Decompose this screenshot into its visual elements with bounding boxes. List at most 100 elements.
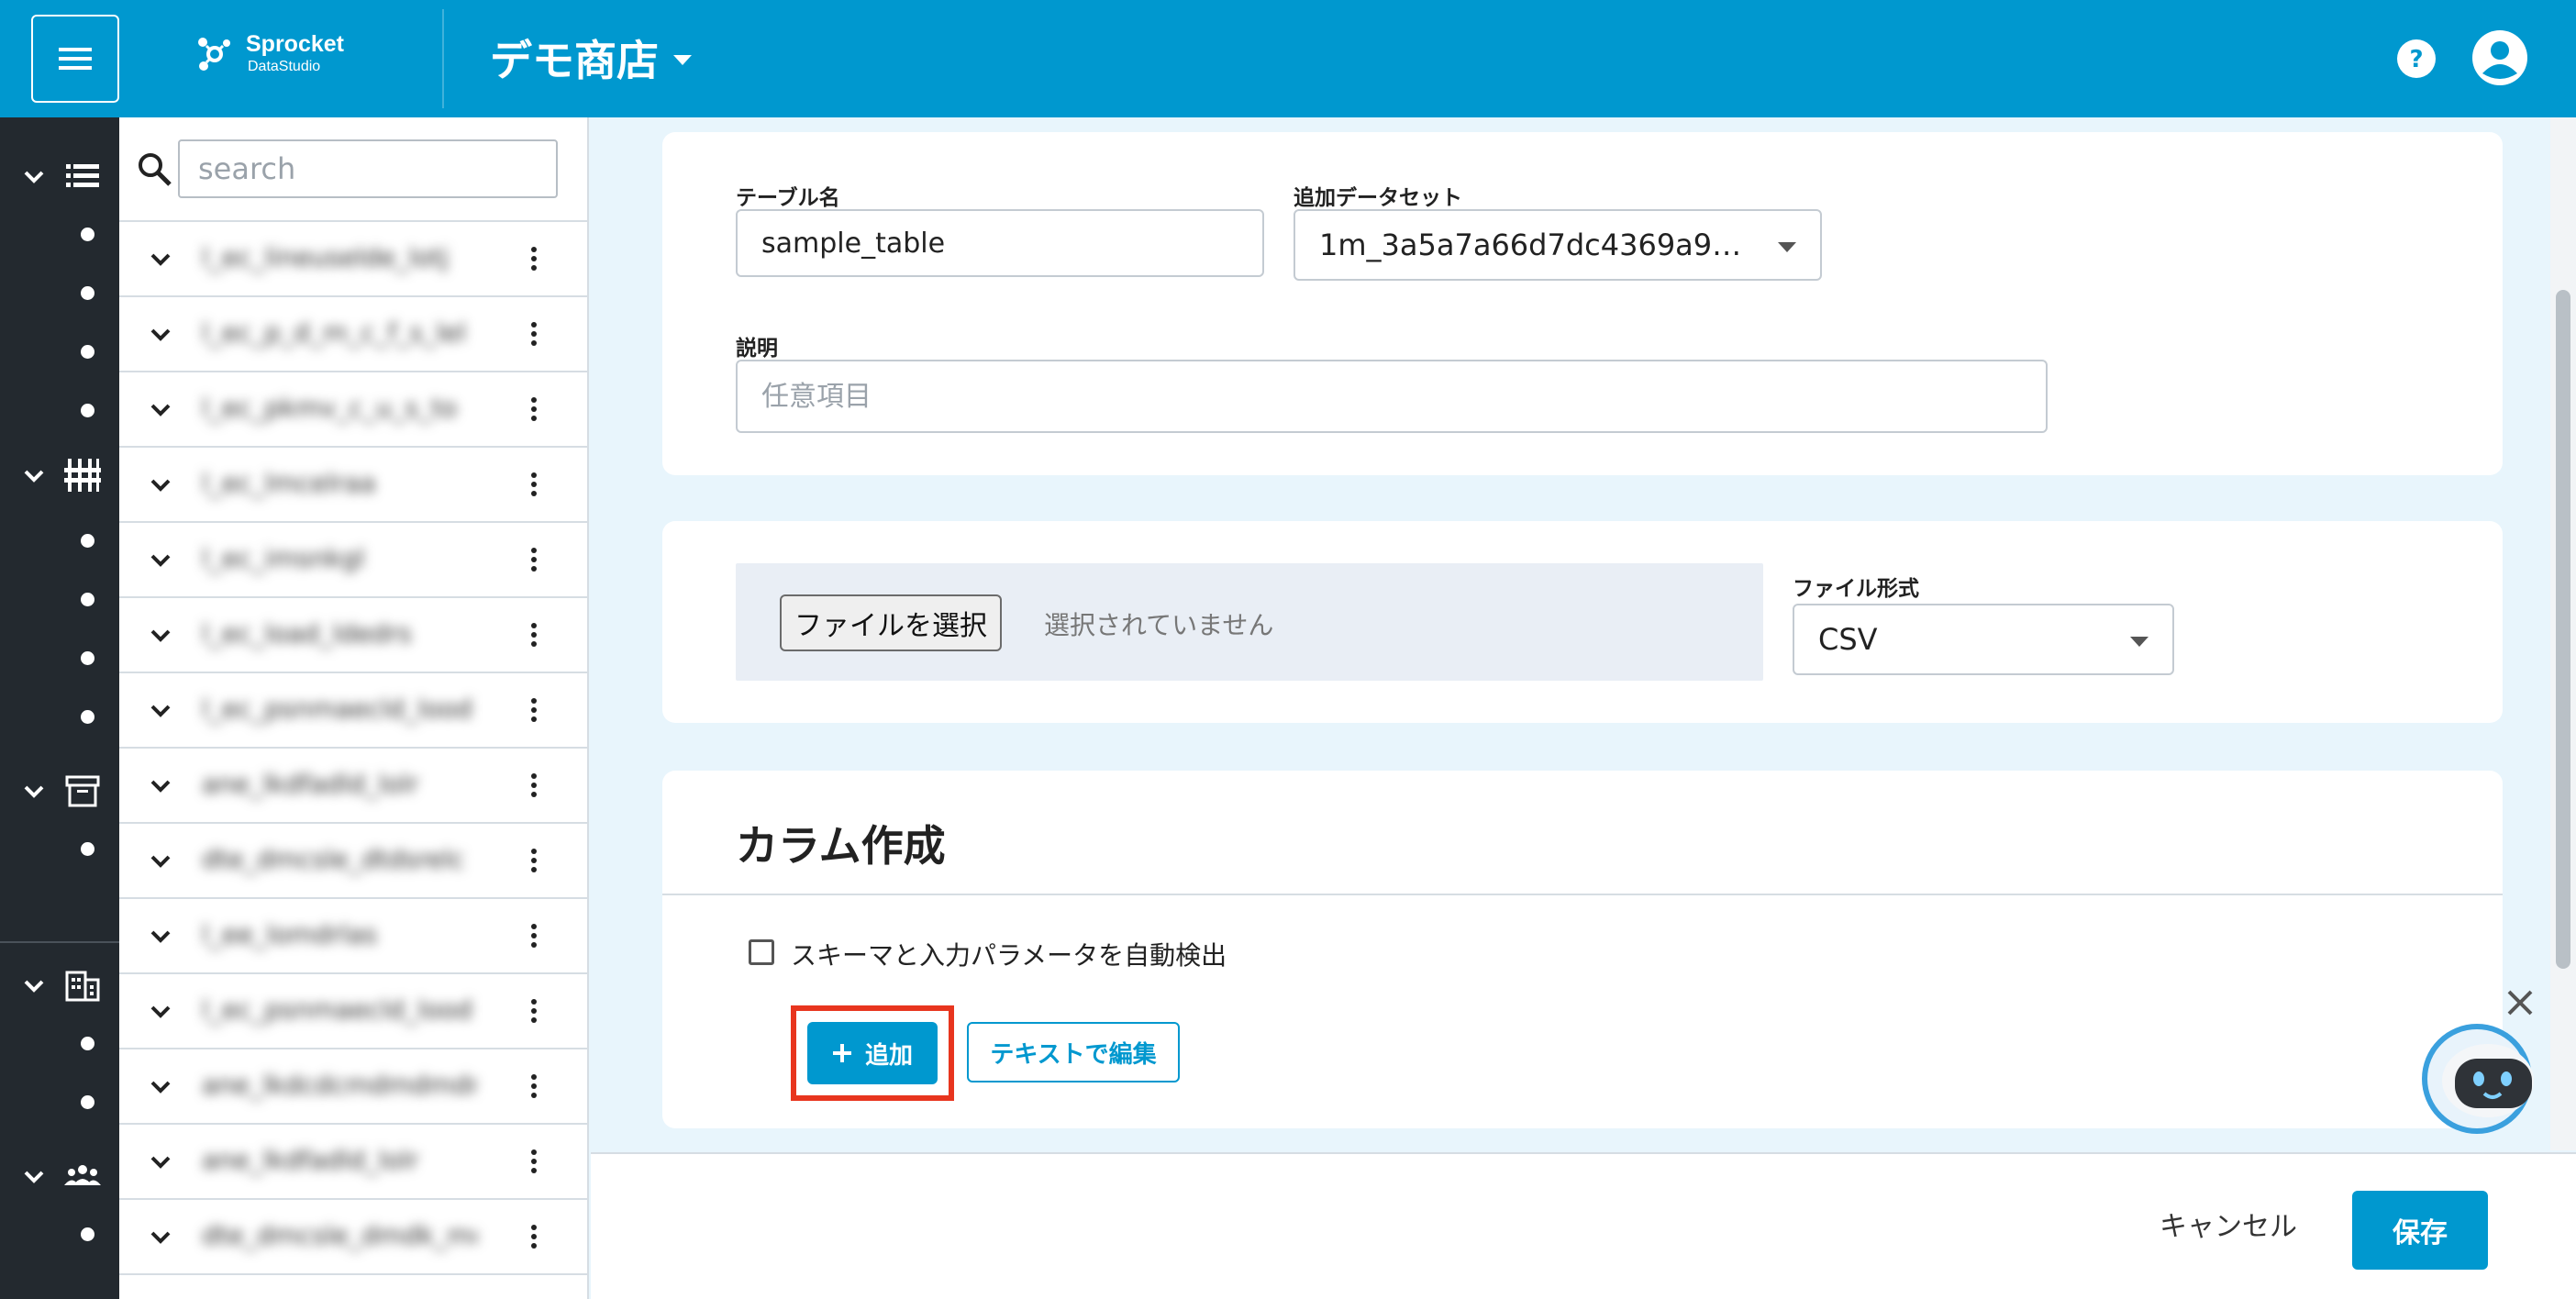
rail-sub-item[interactable] — [81, 842, 94, 856]
chevron-down-icon[interactable] — [147, 246, 174, 273]
table-list-item[interactable]: l_ec_lineuselde_lotj — [119, 222, 589, 297]
rail-sub-item[interactable] — [81, 593, 94, 606]
rail-sub-item[interactable] — [81, 1227, 94, 1241]
svg-text:?: ? — [2409, 46, 2423, 73]
rail-sub-item[interactable] — [81, 651, 94, 665]
autodetect-checkbox[interactable] — [749, 939, 774, 965]
table-list-item[interactable]: dte_dmcsle_dmdk_md — [119, 1200, 589, 1275]
close-icon[interactable] — [2504, 987, 2536, 1018]
more-vertical-icon[interactable] — [517, 694, 550, 727]
logo-subtitle: DataStudio — [248, 59, 321, 74]
table-list-item[interactable]: l_ee_lomdrlas — [119, 899, 589, 974]
chevron-down-icon[interactable] — [147, 1073, 174, 1101]
chevron-down-icon[interactable] — [147, 396, 174, 424]
chevron-down-icon[interactable] — [20, 163, 48, 191]
chevron-down-icon[interactable] — [147, 923, 174, 950]
logo-name: Sprocket — [246, 31, 344, 57]
main-scrollbar-thumb[interactable] — [2556, 290, 2570, 969]
more-vertical-icon[interactable] — [517, 543, 550, 576]
add-column-button[interactable]: 追加 — [807, 1022, 938, 1084]
more-vertical-icon[interactable] — [517, 317, 550, 350]
chevron-down-icon[interactable] — [147, 697, 174, 725]
store-selector[interactable]: デモ商店 — [490, 28, 692, 88]
table-name: l_ec_p_d_m_c_f_s_lel — [202, 317, 466, 348]
chevron-down-icon[interactable] — [147, 622, 174, 650]
save-button[interactable]: 保存 — [2352, 1191, 2488, 1270]
description-label: 説明 — [736, 337, 778, 361]
table-list-item[interactable]: l_ec_psnmaecld_lood — [119, 673, 589, 749]
chevron-down-icon[interactable] — [147, 848, 174, 875]
add-column-label: 追加 — [864, 1041, 913, 1070]
building-icon[interactable] — [64, 967, 101, 1004]
edit-as-text-button[interactable]: テキストで編集 — [967, 1022, 1180, 1082]
column-section-title: カラム作成 — [736, 821, 946, 871]
account-icon[interactable] — [2471, 29, 2528, 86]
table-list-item[interactable]: l_ec_p_d_m_c_f_s_lel — [119, 297, 589, 372]
rail-sub-item[interactable] — [81, 534, 94, 548]
file-input-area: ファイルを選択 選択されていません — [736, 563, 1763, 681]
chevron-down-icon[interactable] — [147, 1149, 174, 1176]
table-list-item[interactable]: l_ec_imsnkgl — [119, 523, 589, 598]
table-name: l_ec_load_ldedrs — [202, 618, 412, 649]
rail-sub-item[interactable] — [81, 404, 94, 417]
table-list-item[interactable]: l_ec_pkmv_c_u_s_to — [119, 372, 589, 448]
more-vertical-icon[interactable] — [517, 242, 550, 275]
table-list-item[interactable]: l_ec_psnmaecld_lood — [119, 974, 589, 1049]
search-input[interactable] — [178, 139, 558, 198]
app-logo[interactable]: Sprocket DataStudio — [194, 33, 344, 74]
table-name: l_ec_psnmaecld_lood — [202, 694, 472, 724]
store-title: デモ商店 — [490, 36, 659, 85]
more-vertical-icon[interactable] — [517, 618, 550, 651]
rail-sub-item[interactable] — [81, 345, 94, 359]
help-icon[interactable]: ? — [2396, 39, 2437, 79]
chatbot-robot-icon[interactable] — [2418, 1020, 2541, 1138]
rail-sub-item[interactable] — [81, 286, 94, 300]
menu-button[interactable] — [31, 15, 119, 103]
more-vertical-icon[interactable] — [517, 468, 550, 501]
archive-icon[interactable] — [64, 772, 101, 809]
more-vertical-icon[interactable] — [517, 994, 550, 1027]
chevron-down-icon[interactable] — [147, 1224, 174, 1251]
table-list-panel: l_ec_lineuselde_lotj l_ec_p_d_m_c_f_s_lel… — [119, 117, 589, 1299]
table-list-item[interactable]: ane_lkdfadld_lolr — [119, 749, 589, 824]
chevron-down-icon[interactable] — [147, 547, 174, 574]
users-group-icon[interactable] — [64, 1158, 101, 1194]
chevron-down-icon[interactable] — [20, 462, 48, 490]
chevron-down-icon[interactable] — [147, 998, 174, 1026]
rail-sub-item[interactable] — [81, 228, 94, 241]
more-vertical-icon[interactable] — [517, 844, 550, 877]
table-list-item[interactable]: l_ec_load_ldedrs — [119, 598, 589, 673]
choose-file-button[interactable]: ファイルを選択 — [780, 594, 1002, 651]
more-vertical-icon[interactable] — [517, 1070, 550, 1103]
table-name-input[interactable] — [736, 209, 1264, 277]
chevron-down-icon[interactable] — [20, 972, 48, 1000]
chevron-down-icon[interactable] — [147, 772, 174, 800]
description-input[interactable] — [736, 360, 2048, 433]
table-name: l_ee_lomdrlas — [202, 919, 378, 949]
more-vertical-icon[interactable] — [517, 919, 550, 952]
chevron-down-icon[interactable] — [20, 1163, 48, 1191]
table-name: ane_lkdcdcmdmdmdm — [202, 1070, 477, 1100]
more-vertical-icon[interactable] — [517, 1220, 550, 1253]
form-footer: キャンセル 保存 — [591, 1152, 2576, 1299]
chevron-down-icon[interactable] — [147, 321, 174, 349]
table-list-item[interactable]: ane_lkdfadld_lolr — [119, 1125, 589, 1200]
more-vertical-icon[interactable] — [517, 769, 550, 802]
chevron-down-icon[interactable] — [20, 778, 48, 805]
table-list-item[interactable]: ane_lkdcdcmdmdmdm — [119, 1049, 589, 1125]
table-list-icon[interactable] — [64, 158, 101, 194]
table-list-item[interactable]: l_ec_lmcelraa — [119, 448, 589, 523]
more-vertical-icon[interactable] — [517, 1145, 550, 1178]
table-name: dte_dmcsle_dmdk_md — [202, 1220, 477, 1250]
cancel-button[interactable]: キャンセル — [2160, 1204, 2297, 1244]
rail-sub-item[interactable] — [81, 1095, 94, 1109]
dataset-select[interactable]: 1m_3a5a7a66d7dc4369a9… — [1294, 209, 1822, 281]
table-name: l_ec_lineuselde_lotj — [202, 242, 449, 272]
more-vertical-icon[interactable] — [517, 393, 550, 426]
chevron-down-icon[interactable] — [147, 472, 174, 499]
rail-sub-item[interactable] — [81, 1037, 94, 1050]
pipeline-icon[interactable] — [64, 457, 101, 494]
table-list-item[interactable]: dte_dmcsle_dtdsrelc — [119, 824, 589, 899]
file-format-select[interactable]: CSV — [1793, 604, 2174, 675]
rail-sub-item[interactable] — [81, 710, 94, 724]
